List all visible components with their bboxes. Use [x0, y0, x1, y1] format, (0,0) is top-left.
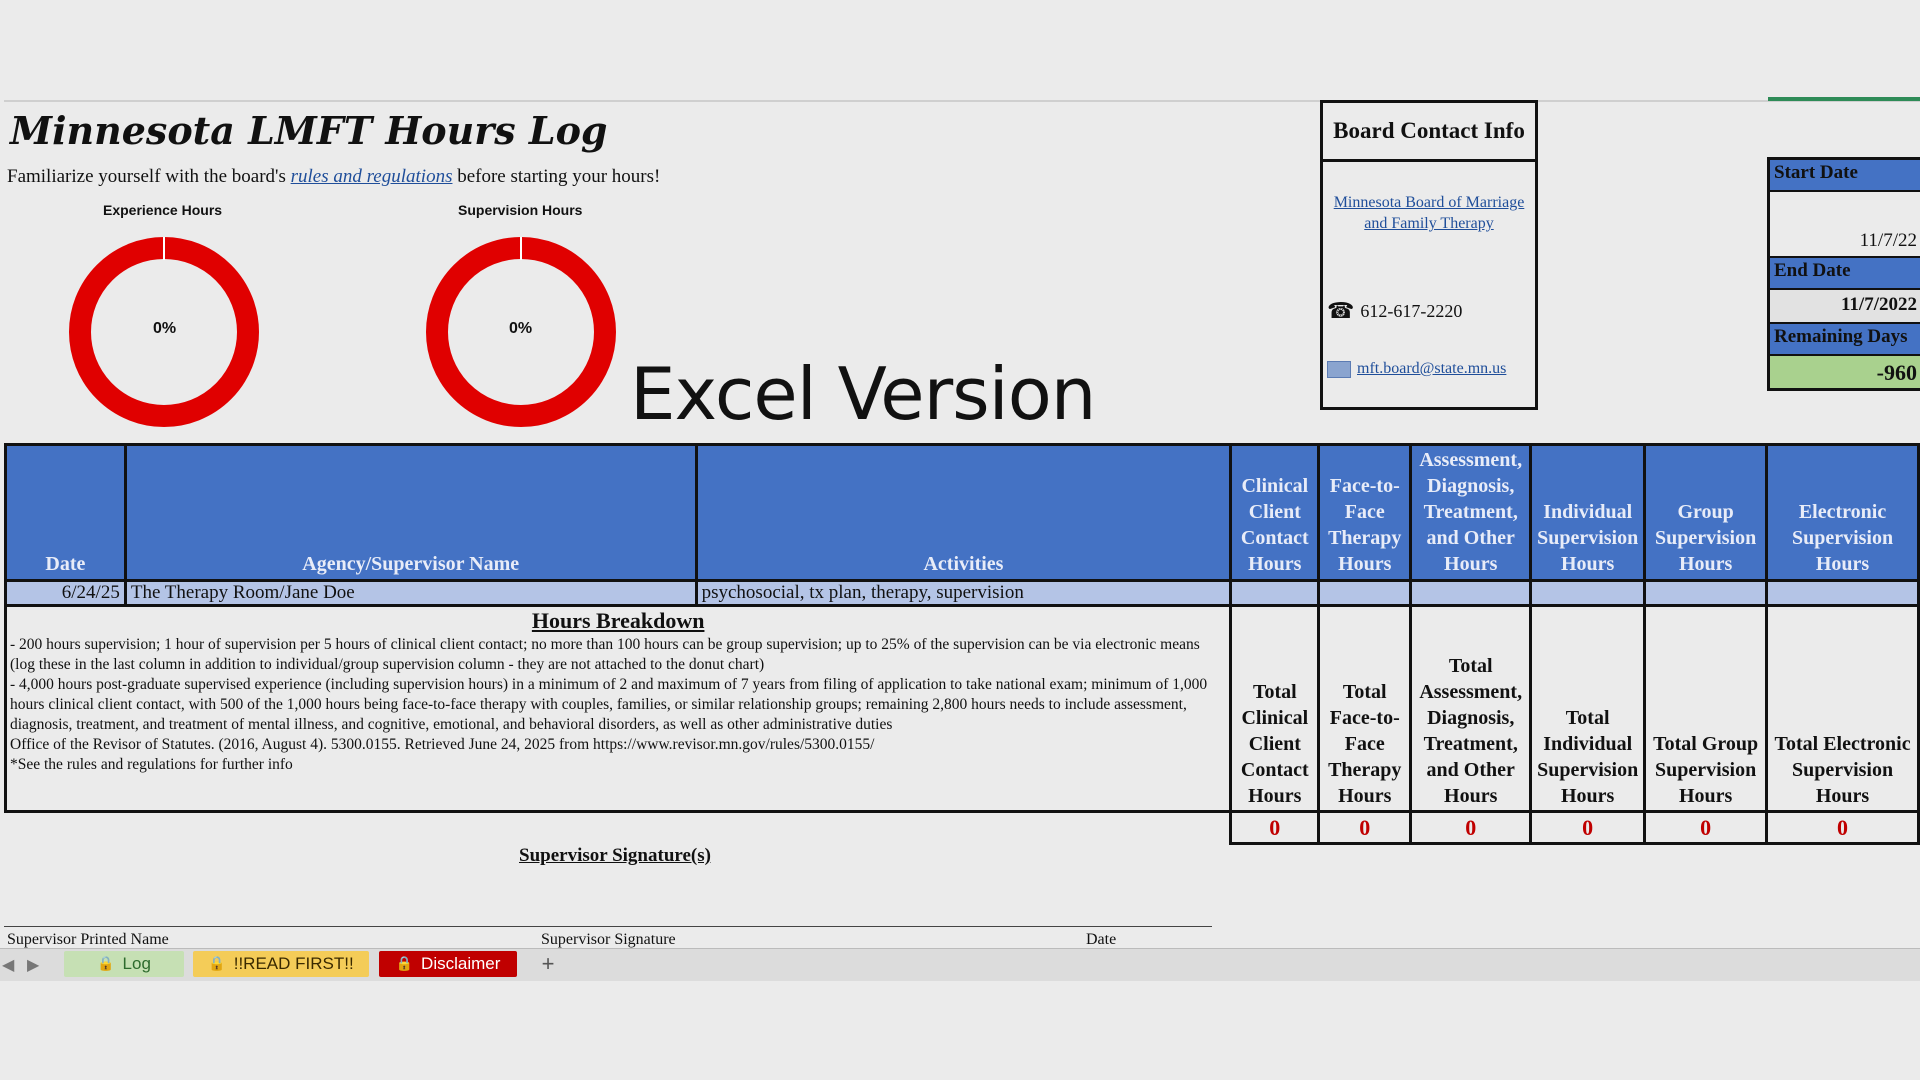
cell-activities[interactable]: psychosocial, tx plan, therapy, supervis… — [694, 579, 1233, 607]
total-face-value: 0 — [1317, 810, 1413, 845]
header-assessment-hours: Assessment, Diagnosis, Treatment, and Ot… — [1409, 443, 1533, 582]
supervisor-signature-title: Supervisor Signature(s) — [519, 845, 711, 866]
remaining-days-value: -960 — [1770, 356, 1920, 388]
tab-read-first[interactable]: 🔒 !!READ FIRST!! — [193, 951, 369, 977]
total-clinical-label: Total Clinical Client Contact Hours — [1229, 604, 1321, 813]
cell-group[interactable] — [1643, 579, 1769, 607]
supervisor-printed-name-label: Supervisor Printed Name — [7, 931, 169, 948]
board-phone: ☎ 612-617-2220 — [1327, 299, 1462, 324]
total-individual-value: 0 — [1529, 810, 1647, 845]
start-date-label: Start Date — [1770, 160, 1920, 192]
supervision-percent: 0% — [509, 320, 533, 337]
total-group-label: Total Group Supervision Hours — [1643, 604, 1769, 813]
phone-icon: ☎ — [1327, 299, 1355, 324]
end-date-label: End Date — [1770, 256, 1920, 290]
breakdown-supervision-rule: - 200 hours supervision; 1 hour of super… — [10, 636, 1200, 673]
header-clinical-hours: Clinical Client Contact Hours — [1229, 443, 1321, 582]
hours-breakdown: Hours Breakdown - 200 hours supervision;… — [3, 604, 1233, 813]
supervision-chart-title: Supervision Hours — [458, 202, 583, 218]
board-website-link[interactable]: Minnesota Board of Marriage and Family T… — [1323, 192, 1535, 234]
tab-disclaimer-label: Disclaimer — [421, 954, 501, 973]
hours-breakdown-title: Hours Breakdown — [531, 608, 705, 633]
add-sheet-button[interactable]: + — [532, 951, 564, 977]
header-face-to-face-hours: Face-to-Face Therapy Hours — [1317, 443, 1413, 582]
tab-disclaimer[interactable]: 🔒 Disclaimer — [379, 951, 517, 977]
total-clinical-value: 0 — [1229, 810, 1321, 845]
total-assessment-value: 0 — [1409, 810, 1533, 845]
scroll-left-icon[interactable]: ◀ — [2, 955, 14, 974]
board-contact-header: Board Contact Info — [1323, 103, 1535, 162]
subtitle: Familiarize yourself with the board's ru… — [7, 166, 660, 188]
cell-clinical[interactable] — [1229, 579, 1321, 607]
supervisor-signature-label: Supervisor Signature — [541, 931, 676, 948]
tab-read-first-label: !!READ FIRST!! — [233, 954, 354, 973]
header-agency: Agency/Supervisor Name — [123, 443, 698, 582]
signature-date-label: Date — [1086, 931, 1117, 948]
header-activities: Activities — [694, 443, 1233, 582]
cell-electronic[interactable] — [1765, 579, 1920, 607]
board-contact-box: Board Contact Info Minnesota Board of Ma… — [1320, 100, 1538, 410]
total-assessment-label: Total Assessment, Diagnosis, Treatment, … — [1409, 604, 1533, 813]
breakdown-note: *See the rules and regulations for furth… — [10, 756, 293, 773]
email-address[interactable]: mft.board@state.mn.us — [1357, 360, 1506, 378]
column-selection-indicator — [1768, 97, 1920, 101]
start-date-value[interactable]: 11/7/22 — [1770, 192, 1920, 256]
sheet-tab-bar: ◀ ▶ 🔒 Log 🔒 !!READ FIRST!! 🔒 Disclaimer … — [0, 948, 1920, 981]
cell-face[interactable] — [1317, 579, 1413, 607]
page-title: Minnesota LMFT Hours Log — [10, 108, 608, 153]
total-group-value: 0 — [1643, 810, 1769, 845]
cell-agency[interactable]: The Therapy Room/Jane Doe — [123, 579, 698, 607]
header-individual-supervision: Individual Supervision Hours — [1529, 443, 1647, 582]
spacer-cell — [5, 810, 1231, 844]
header-date: Date — [4, 443, 127, 582]
email-icon — [1327, 360, 1351, 378]
header-electronic-supervision: Electronic Supervision Hours — [1765, 443, 1920, 582]
lock-icon: 🔒 — [208, 956, 226, 972]
lock-icon: 🔒 — [395, 956, 414, 972]
hours-log-table: Date Agency/Supervisor Name Activities C… — [3, 443, 1920, 845]
end-date-value[interactable]: 11/7/2022 — [1770, 290, 1920, 322]
cell-date[interactable]: 6/24/25 — [4, 579, 127, 607]
header-group-supervision: Group Supervision Hours — [1643, 443, 1769, 582]
tab-log-label: Log — [122, 954, 151, 973]
lock-icon: 🔒 — [97, 956, 115, 972]
subtitle-text: Familiarize yourself with the board's — [7, 166, 291, 187]
cell-individual[interactable] — [1529, 579, 1647, 607]
remaining-days-label: Remaining Days — [1770, 322, 1920, 356]
cell-assessment[interactable] — [1409, 579, 1533, 607]
table-row: 6/24/25 The Therapy Room/Jane Doe psycho… — [4, 579, 1920, 607]
excel-version-overlay: Excel Version — [630, 352, 1096, 436]
rules-link[interactable]: rules and regulations — [291, 166, 453, 187]
signature-line — [4, 926, 1212, 927]
scroll-right-icon[interactable]: ▶ — [27, 955, 39, 974]
phone-number: 612-617-2220 — [1360, 301, 1463, 321]
subtitle-text-end: before starting your hours! — [452, 166, 661, 187]
total-electronic-label: Total Electronic Supervision Hours — [1765, 604, 1920, 813]
experience-percent: 0% — [153, 320, 177, 337]
breakdown-experience-rule: - 4,000 hours post-graduate supervised e… — [10, 676, 1208, 733]
total-electronic-value: 0 — [1765, 810, 1920, 845]
board-email[interactable]: mft.board@state.mn.us — [1327, 360, 1506, 378]
experience-chart-title: Experience Hours — [103, 202, 223, 218]
date-summary-box: Start Date 11/7/22 End Date 11/7/2022 Re… — [1767, 157, 1920, 391]
total-face-label: Total Face-to-Face Therapy Hours — [1317, 604, 1413, 813]
breakdown-citation: Office of the Revisor of Statutes. (2016… — [10, 736, 875, 753]
total-individual-label: Total Individual Supervision Hours — [1529, 604, 1647, 813]
tab-log[interactable]: 🔒 Log — [64, 951, 184, 977]
